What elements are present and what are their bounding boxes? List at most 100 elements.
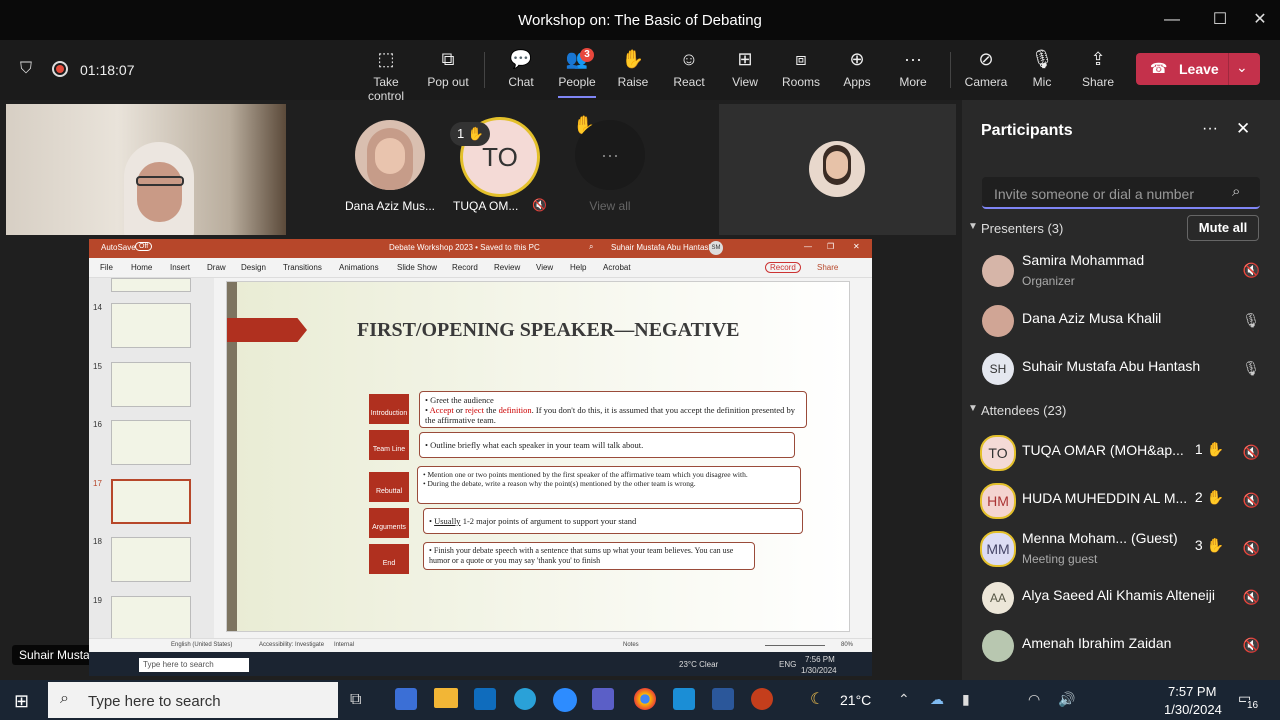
- slide-thumbnail-selected[interactable]: [111, 479, 191, 524]
- slide-canvas[interactable]: FIRST/OPENING SPEAKER—NEGATIVE Introduct…: [226, 281, 850, 632]
- participant-row[interactable]: AA Alya Saeed Ali Khamis Alteneiji 🔇: [982, 580, 1272, 620]
- more-button[interactable]: ··· More: [881, 48, 945, 89]
- store-icon[interactable]: [673, 688, 695, 710]
- wifi-icon[interactable]: ◠: [1028, 691, 1040, 708]
- close-icon[interactable]: ✕: [853, 242, 860, 251]
- chevron-down-icon[interactable]: ▼: [968, 403, 978, 414]
- zoom-slider[interactable]: [765, 645, 825, 646]
- slide-thumbnail[interactable]: [111, 596, 191, 641]
- participant-row[interactable]: Amenah Ibrahim Zaidan 🔇: [982, 628, 1272, 668]
- shared-taskbar: Type here to search 23°C Clear ENG 7:56 …: [89, 652, 872, 676]
- participant-row[interactable]: MM Menna Moham... (Guest) Meeting guest …: [980, 530, 1272, 571]
- slide-thumbnail[interactable]: [111, 362, 191, 407]
- camera-button[interactable]: ⊘ Camera: [954, 48, 1018, 89]
- divider: [484, 52, 485, 88]
- apps-button[interactable]: ⊕ Apps: [825, 48, 889, 89]
- ribbon-tab[interactable]: Draw: [207, 263, 226, 272]
- ribbon-tab[interactable]: Animations: [339, 263, 379, 272]
- close-window-button[interactable]: ✕: [1248, 8, 1272, 32]
- task-view-icon[interactable]: ⧉: [350, 691, 361, 709]
- ribbon-tab[interactable]: Record: [452, 263, 478, 272]
- view-all-button[interactable]: ···: [575, 120, 645, 190]
- mic-button[interactable]: 🎙 Mic: [1010, 48, 1074, 89]
- edge-icon[interactable]: [514, 688, 536, 710]
- chevron-down-icon[interactable]: ▼: [968, 221, 978, 232]
- notes-button[interactable]: Notes: [623, 642, 639, 648]
- participant-row[interactable]: Samira Mohammad Organizer 🔇: [982, 252, 1272, 293]
- onedrive-icon[interactable]: ☁: [930, 691, 944, 708]
- ribbon-tab[interactable]: View: [536, 263, 553, 272]
- chrome-icon[interactable]: [634, 688, 656, 710]
- rooms-button[interactable]: ⧈ Rooms: [769, 48, 833, 89]
- record-button[interactable]: Record: [765, 262, 801, 273]
- mic-off-icon: 🔇: [1242, 444, 1260, 460]
- word-icon[interactable]: [712, 688, 734, 710]
- slide-thumbnail[interactable]: [111, 420, 191, 465]
- mute-all-button[interactable]: Mute all: [1187, 215, 1259, 241]
- usb-icon[interactable]: ▮: [962, 691, 970, 708]
- chat-button[interactable]: 💬 Chat: [489, 48, 553, 89]
- slide-thumbnail[interactable]: [111, 303, 191, 348]
- leave-button[interactable]: ☎ Leave ⌄: [1136, 53, 1260, 85]
- close-icon[interactable]: ✕: [1236, 119, 1250, 139]
- take-control-button[interactable]: ⬚ Take control: [354, 48, 418, 103]
- ellipsis-icon[interactable]: ···: [1202, 120, 1218, 138]
- ribbon-tab[interactable]: Acrobat: [603, 263, 631, 272]
- pop-out-button[interactable]: ⧉ Pop out: [416, 48, 480, 89]
- powerpoint-icon[interactable]: [751, 688, 773, 710]
- invite-search-input[interactable]: Invite someone or dial a number ⌕: [982, 177, 1260, 209]
- avatar[interactable]: [355, 120, 425, 190]
- shield-icon[interactable]: ⛉: [20, 60, 32, 78]
- ribbon-tab[interactable]: Transitions: [283, 263, 322, 272]
- minimize-icon[interactable]: —: [804, 242, 812, 251]
- ribbon-tab[interactable]: File: [100, 263, 113, 272]
- share-icon: ⇪: [1090, 49, 1106, 69]
- view-button[interactable]: ⊞ View: [713, 48, 777, 89]
- share-button[interactable]: Share: [817, 263, 838, 272]
- shared-screen-powerpoint[interactable]: AutoSave Off Debate Workshop 2023 • Save…: [89, 239, 872, 652]
- zoom-icon[interactable]: [553, 688, 577, 712]
- people-icon: 👥: [565, 49, 589, 69]
- ribbon-tab[interactable]: Help: [570, 263, 586, 272]
- app-icon[interactable]: [395, 688, 417, 710]
- clock-date[interactable]: 1/30/2024: [1164, 702, 1222, 717]
- ribbon-tab[interactable]: Review: [494, 263, 520, 272]
- taskbar-temperature[interactable]: 21°C: [840, 692, 871, 708]
- ribbon-tab[interactable]: Home: [131, 263, 152, 272]
- chevron-up-icon[interactable]: ⌃: [898, 691, 910, 708]
- ribbon-tab[interactable]: Insert: [170, 263, 190, 272]
- participant-row[interactable]: SH Suhair Mustafa Abu Hantash 🎙: [982, 351, 1272, 391]
- restore-icon[interactable]: ❐: [827, 242, 834, 251]
- raised-hand-badge: 1 ✋: [1194, 441, 1224, 457]
- share-button[interactable]: ⇪ Share: [1066, 48, 1130, 89]
- participant-tile[interactable]: [719, 104, 956, 235]
- attendees-header[interactable]: Attendees (23): [981, 403, 1066, 418]
- presenter-video[interactable]: [6, 104, 286, 235]
- view-all-label[interactable]: View all: [575, 199, 645, 213]
- participant-row[interactable]: TO TUQA OMAR (MOH&ap... 1 ✋ 🔇: [980, 435, 1272, 475]
- raise-hand-button[interactable]: ✋ Raise: [601, 48, 665, 89]
- minimize-button[interactable]: —: [1160, 8, 1184, 32]
- people-button[interactable]: 👥 3 People: [545, 48, 609, 98]
- autosave-toggle[interactable]: Off: [135, 242, 153, 251]
- clock-time[interactable]: 7:57 PM: [1168, 684, 1216, 699]
- participant-row[interactable]: HM HUDA MUHEDDIN AL M... 2 ✋ 🔇: [980, 483, 1272, 523]
- slide-thumbnail[interactable]: [111, 537, 191, 582]
- chevron-down-icon[interactable]: ⌄: [1236, 59, 1248, 76]
- taskbar-search-input[interactable]: ⌕ Type here to search: [48, 682, 338, 718]
- presenters-header[interactable]: Presenters (3): [981, 221, 1063, 236]
- moon-icon: ☾: [810, 691, 825, 708]
- volume-icon[interactable]: 🔊: [1058, 691, 1075, 708]
- mic-off-icon: 🔇: [1242, 262, 1260, 278]
- outlook-icon[interactable]: [474, 688, 496, 710]
- react-button[interactable]: ☺ React: [657, 48, 721, 89]
- ribbon-tab[interactable]: Design: [241, 263, 266, 272]
- ribbon-tab[interactable]: Slide Show: [397, 263, 437, 272]
- windows-start-icon[interactable]: ⊞: [14, 691, 29, 712]
- participant-row[interactable]: Dana Aziz Musa Khalil 🎙: [982, 303, 1272, 343]
- camera-off-icon: ⊘: [978, 49, 994, 69]
- teams-icon[interactable]: [592, 688, 614, 710]
- file-explorer-icon[interactable]: [434, 688, 458, 708]
- maximize-button[interactable]: ☐: [1208, 8, 1232, 32]
- search-icon[interactable]: ⌕: [589, 242, 593, 252]
